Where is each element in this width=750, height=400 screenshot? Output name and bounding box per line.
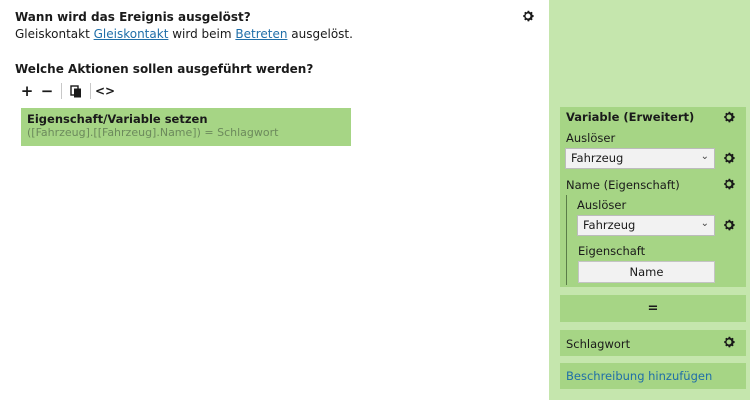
trigger-sentence-mid: wird beim	[168, 27, 236, 41]
copy-icon[interactable]	[66, 81, 86, 101]
operator-card[interactable]: =	[560, 295, 746, 322]
variable-card: Variable (Erweitert) Auslöser Fahrzeug ⌄…	[560, 107, 746, 287]
actions-question: Welche Aktionen sollen ausgeführt werden…	[15, 62, 314, 76]
variable-card-title: Variable (Erweitert)	[566, 110, 695, 124]
action-item[interactable]: Eigenschaft/Variable setzen ([Fahrzeug].…	[21, 108, 351, 146]
contact-link[interactable]: Gleiskontakt	[94, 27, 169, 41]
trigger-sentence-prefix: Gleiskontakt	[15, 27, 94, 41]
trigger-label: Auslöser	[566, 131, 616, 145]
trigger-sentence: Gleiskontakt Gleiskontakt wird beim Betr…	[15, 27, 353, 41]
property-label: Eigenschaft	[578, 244, 646, 258]
toolbar-divider	[61, 83, 62, 99]
trigger-sentence-suffix: ausgelöst.	[287, 27, 353, 41]
gear-icon[interactable]	[521, 9, 535, 23]
chevron-down-icon: ⌄	[700, 151, 709, 162]
inner-trigger-label: Auslöser	[577, 198, 627, 212]
trigger-select[interactable]: Fahrzeug ⌄	[565, 148, 715, 169]
actions-toolbar: + − <>	[17, 81, 115, 101]
gear-icon[interactable]	[722, 151, 736, 165]
chevron-down-icon: ⌄	[700, 218, 709, 229]
nesting-line	[566, 195, 567, 285]
editor-main: Wann wird das Ereignis ausgelöst? Gleisk…	[0, 0, 549, 400]
property-value-button[interactable]: Name	[578, 261, 715, 283]
description-card: Beschreibung hinzufügen	[560, 363, 746, 389]
action-title: Eigenschaft/Variable setzen	[27, 112, 208, 126]
name-property-label: Name (Eigenschaft)	[566, 178, 680, 192]
gear-icon[interactable]	[722, 335, 736, 349]
add-action-button[interactable]: +	[17, 81, 37, 101]
inner-trigger-select[interactable]: Fahrzeug ⌄	[577, 215, 715, 236]
add-description-link[interactable]: Beschreibung hinzufügen	[566, 369, 712, 383]
trigger-question: Wann wird das Ereignis ausgelöst?	[15, 10, 251, 24]
toolbar-divider	[90, 83, 91, 99]
gear-icon[interactable]	[722, 218, 736, 232]
code-view-button[interactable]: <>	[95, 81, 115, 101]
gear-icon[interactable]	[722, 177, 736, 191]
value-label: Schlagwort	[566, 337, 631, 351]
trigger-select-value: Fahrzeug	[571, 151, 624, 165]
value-card[interactable]: Schlagwort	[560, 330, 746, 356]
gear-icon[interactable]	[722, 110, 736, 124]
event-link[interactable]: Betreten	[235, 27, 287, 41]
action-expression: ([Fahrzeug].[[Fahrzeug].Name]) = Schlagw…	[27, 126, 279, 139]
remove-action-button[interactable]: −	[37, 81, 57, 101]
inner-trigger-select-value: Fahrzeug	[583, 218, 636, 232]
